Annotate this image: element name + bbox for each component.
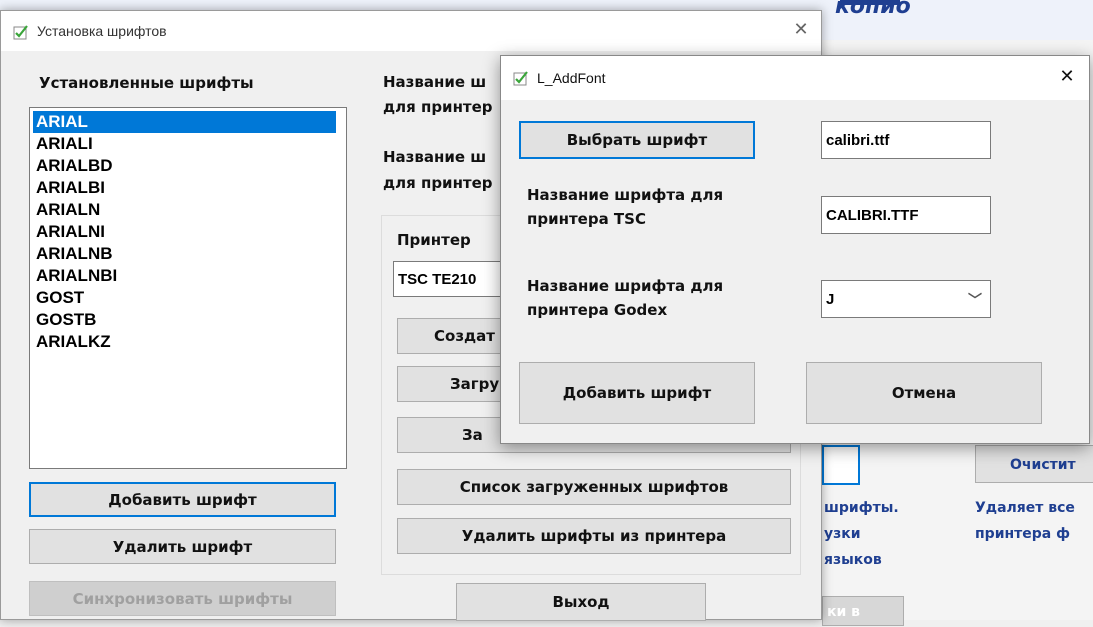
font-list-item[interactable]: ARIALBD	[33, 155, 336, 177]
background-button[interactable]	[822, 445, 860, 485]
font-list-item[interactable]: ARIALNB	[33, 243, 336, 265]
dialog-cancel-button[interactable]: Отмена	[806, 362, 1042, 424]
check-icon	[513, 71, 528, 86]
choose-font-button[interactable]: Выбрать шрифт	[519, 121, 755, 159]
close-icon[interactable]: ✕	[787, 19, 815, 43]
addfont-titlebar: L_AddFont ✕	[501, 56, 1089, 100]
font-file-field[interactable]: calibri.ttf	[821, 121, 991, 159]
font-list-item[interactable]: ARIALBI	[33, 177, 336, 199]
background-text: Удаляет все	[975, 500, 1075, 516]
background-text: принтера ф	[975, 526, 1071, 542]
name-label-1b: для принтер	[383, 98, 493, 116]
godex-name-select[interactable]: J ﹀	[821, 280, 991, 318]
installed-fonts-label: Установленные шрифты	[39, 74, 254, 92]
font-list-item[interactable]: ARIALNI	[33, 221, 336, 243]
font-list-item[interactable]: GOST	[33, 287, 336, 309]
font-list-item[interactable]: GOSTB	[33, 309, 336, 331]
installed-fonts-list[interactable]: ARIAL ARIALI ARIALBD ARIALBI ARIALN ARIALNI AR…	[29, 107, 347, 469]
font-list-item[interactable]: ARIAL	[33, 111, 336, 133]
background-title-fragment: копио	[835, 0, 911, 19]
remove-from-printer-button[interactable]: Удалить шрифты из принтера	[397, 518, 791, 554]
name-label-2a: Название ш	[383, 148, 487, 166]
dialog-add-font-button[interactable]: Добавить шрифт	[519, 362, 755, 424]
godex-name-value: J	[826, 290, 835, 308]
sync-fonts-button: Синхронизовать шрифты	[29, 581, 336, 616]
delete-font-button[interactable]: Удалить шрифт	[29, 529, 336, 564]
background-clear-button[interactable]: Очистит	[975, 445, 1093, 483]
addfont-dialog: L_AddFont ✕ Выбрать шрифт calibri.ttf На…	[500, 55, 1090, 444]
background-text: узки	[824, 526, 861, 542]
name-label-1a: Название ш	[383, 73, 487, 91]
tsc-name-field[interactable]: CALIBRI.TTF	[821, 196, 991, 234]
font-list-item[interactable]: ARIALN	[33, 199, 336, 221]
loaded-fonts-list-button[interactable]: Список загруженных шрифтов	[397, 469, 791, 505]
add-font-button[interactable]: Добавить шрифт	[29, 482, 336, 517]
background-partial-button[interactable]: ки в	[822, 596, 904, 626]
background-text: шрифты.	[824, 500, 899, 516]
addfont-title: L_AddFont	[537, 70, 606, 86]
printer-select[interactable]: TSC TE210	[393, 261, 513, 297]
name-label-2b: для принтер	[383, 174, 493, 192]
tsc-name-label: Название шрифта для принтера TSC	[527, 186, 724, 228]
exit-button[interactable]: Выход	[456, 583, 706, 621]
background-text: языков	[824, 552, 882, 568]
font-list-item[interactable]: ARIALKZ	[33, 331, 336, 353]
font-list-item[interactable]: ARIALI	[33, 133, 336, 155]
font-list-item[interactable]: ARIALNBI	[33, 265, 336, 287]
check-icon	[13, 25, 28, 40]
chevron-down-icon[interactable]: ﹀	[968, 290, 982, 310]
godex-name-label: Название шрифта для принтера Godex	[527, 277, 724, 319]
printer-label: Принтер	[397, 231, 471, 249]
close-icon[interactable]: ✕	[1053, 66, 1081, 90]
fonts-window-titlebar: Установка шрифтов ✕	[1, 11, 821, 51]
fonts-window-title: Установка шрифтов	[37, 23, 167, 39]
